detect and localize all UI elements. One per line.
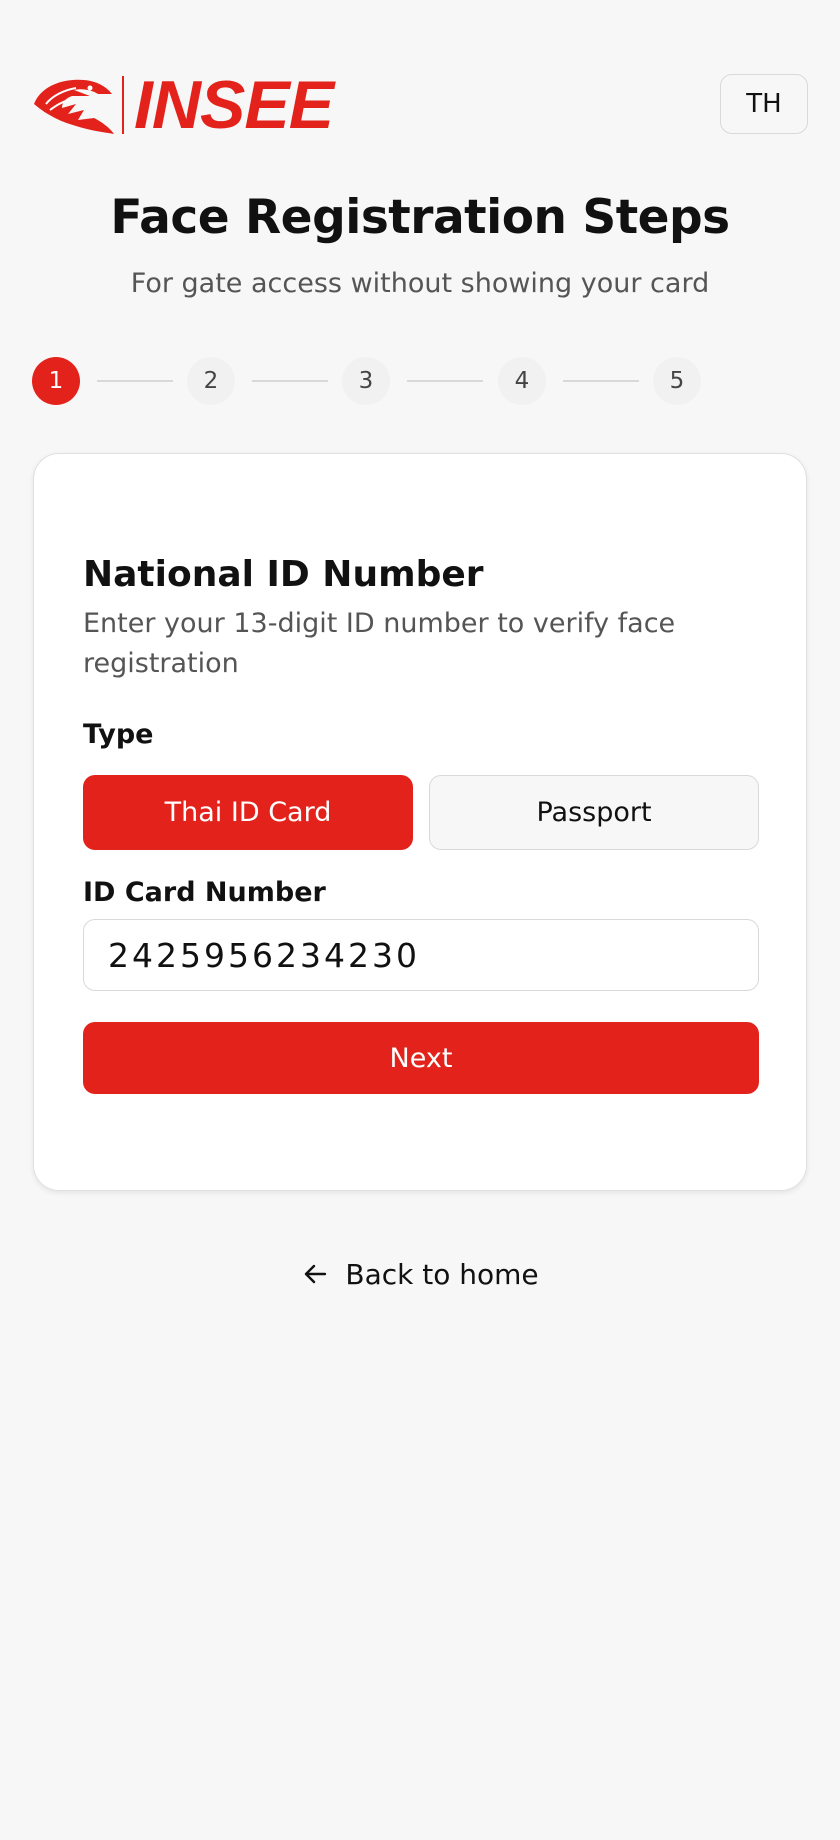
eagle-head-icon bbox=[34, 79, 114, 134]
page-title: Face Registration Steps bbox=[110, 190, 730, 245]
section-title: National ID Number bbox=[83, 554, 484, 595]
header: INSEE TH bbox=[0, 0, 840, 150]
id-number-input[interactable] bbox=[83, 919, 759, 991]
step-3: 3 bbox=[342, 357, 390, 405]
logo-divider bbox=[122, 76, 124, 134]
type-passport-button[interactable]: Passport bbox=[429, 775, 759, 850]
language-toggle-button[interactable]: TH bbox=[720, 74, 808, 134]
type-thai-id-button[interactable]: Thai ID Card bbox=[83, 775, 413, 850]
page-subtitle: For gate access without showing your car… bbox=[130, 268, 710, 299]
step-connector bbox=[407, 380, 483, 382]
back-to-home-link[interactable]: Back to home bbox=[0, 1250, 840, 1298]
progress-stepper: 1 2 3 4 5 bbox=[32, 357, 712, 405]
step-connector bbox=[252, 380, 328, 382]
brand-name: INSEE bbox=[134, 67, 334, 143]
step-2: 2 bbox=[187, 357, 235, 405]
step-1: 1 bbox=[32, 357, 80, 405]
step-5: 5 bbox=[653, 357, 701, 405]
id-number-label: ID Card Number bbox=[83, 877, 326, 908]
back-link-label: Back to home bbox=[345, 1257, 539, 1291]
next-button[interactable]: Next bbox=[83, 1022, 759, 1094]
type-label: Type bbox=[83, 719, 154, 750]
id-form-card: National ID Number Enter your 13-digit I… bbox=[33, 453, 807, 1191]
section-description: Enter your 13-digit ID number to verify … bbox=[83, 608, 676, 679]
arrow-left-icon bbox=[305, 1264, 327, 1284]
step-connector bbox=[97, 380, 173, 382]
step-4: 4 bbox=[498, 357, 546, 405]
step-connector bbox=[563, 380, 639, 382]
brand-logo: INSEE bbox=[32, 67, 352, 143]
